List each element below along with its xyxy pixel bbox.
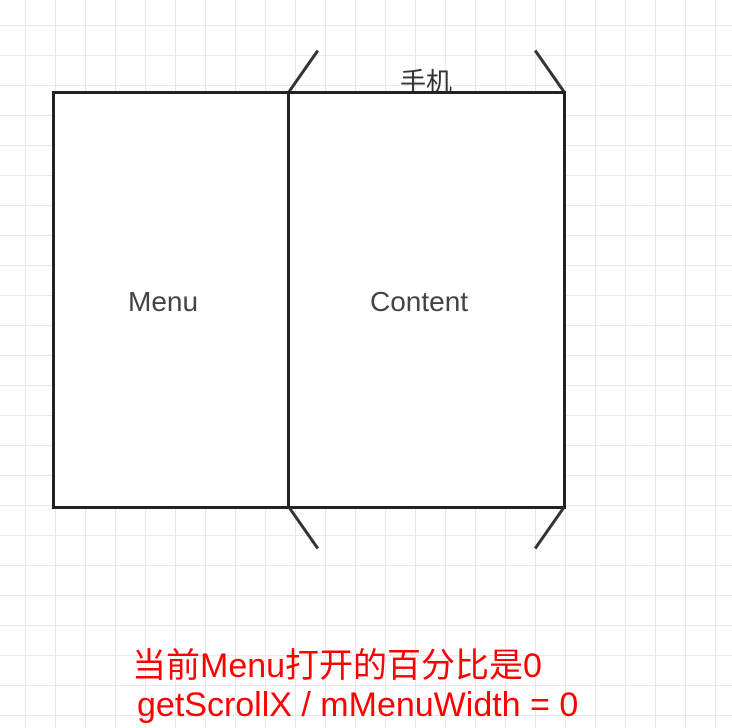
layout-divider [287, 91, 290, 509]
caption-line-1: 当前Menu打开的百分比是0 [132, 638, 542, 687]
menu-panel-label: Menu [128, 286, 198, 318]
caption-line-2: getScrollX / mMenuWidth = 0 [137, 686, 578, 725]
content-panel-label: Content [370, 286, 468, 318]
